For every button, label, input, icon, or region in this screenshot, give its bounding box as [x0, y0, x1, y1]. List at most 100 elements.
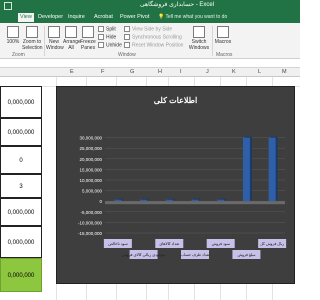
- new-window-icon: [48, 26, 60, 38]
- synchronous-scrolling-option[interactable]: Synchronous Scrolling: [124, 34, 182, 41]
- split-checkbox[interactable]: Split: [98, 26, 116, 33]
- bar: [140, 199, 148, 202]
- new-window-label: New Window: [46, 39, 64, 51]
- zoom-100-label: 100%: [6, 39, 20, 45]
- y-tick-label: 25,000,000: [79, 146, 102, 151]
- hide-label: Hide: [106, 34, 117, 41]
- summary-cell[interactable]: 3: [0, 174, 42, 198]
- unhide-label: Unhide: [106, 42, 122, 49]
- y-tick-label: 5,000,000: [82, 189, 103, 194]
- unhide-checkbox[interactable]: Unhide: [98, 42, 122, 49]
- bar: [217, 199, 225, 202]
- y-tick-label: -10,000,000: [78, 220, 103, 225]
- reset-window-position-option[interactable]: Reset Window Position: [124, 42, 183, 49]
- summary-cell[interactable]: 0,000,000: [0, 118, 42, 146]
- formula-bar[interactable]: [0, 59, 300, 68]
- bar: [242, 137, 250, 202]
- category-label: ریال فروش کل: [260, 241, 284, 246]
- new-window-button[interactable]: New Window: [46, 26, 64, 51]
- tell-me-text: Tell me what you want to do: [165, 14, 228, 20]
- tab-developer[interactable]: Developer: [36, 13, 65, 22]
- group-label-window: Window: [118, 52, 136, 58]
- column-header-j[interactable]: J: [206, 69, 209, 75]
- category-label: موجودی ریالی کالای فروش: [122, 252, 165, 257]
- sync-scrolling-label: Synchronous Scrolling: [132, 34, 182, 41]
- title-bar: حسابداری فروشگاهی - Excel: [0, 0, 300, 12]
- freeze-panes-button[interactable]: Freeze Panes: [80, 26, 96, 51]
- bar-chart: 30,000,000 25,000,000 20,000,000 15,000,000…: [78, 136, 287, 259]
- freeze-panes-label: Freeze Panes: [80, 39, 96, 51]
- switch-windows-label: Switch Windows: [188, 39, 210, 51]
- zoom-100-icon: [7, 26, 19, 38]
- arrange-all-icon: [65, 26, 77, 38]
- tell-me-box[interactable]: 💡 Tell me what you want to do: [158, 12, 227, 23]
- checkbox-icon: [124, 26, 130, 32]
- y-tick-label: -15,000,000: [78, 231, 103, 236]
- bar: [268, 137, 276, 202]
- arrange-all-button[interactable]: Arrange All: [63, 26, 81, 51]
- baseline-floor: [105, 201, 285, 205]
- y-tick-label: 20,000,000: [79, 157, 102, 162]
- y-tick-label: 10,000,000: [79, 178, 102, 183]
- y-tick-label: 30,000,000: [79, 136, 102, 141]
- freeze-panes-icon: [82, 26, 94, 38]
- window-title: حسابداری فروشگاهی - Excel: [140, 2, 215, 8]
- category-label: سود فروش: [212, 242, 231, 246]
- category-label: مبلغ فروش: [237, 252, 255, 257]
- zoom-to-selection-button[interactable]: Zoom to Selection: [22, 26, 43, 51]
- column-headers: E F G H I J K L M: [0, 68, 300, 77]
- summary-cell[interactable]: 0,000,000: [0, 198, 42, 226]
- tab-power-pivot[interactable]: Power Pivot: [118, 13, 151, 22]
- column-header-e[interactable]: E: [70, 69, 74, 75]
- zoom-selection-icon: [26, 26, 38, 38]
- group-label-zoom: Zoom: [12, 52, 25, 58]
- column-header-f[interactable]: F: [101, 69, 104, 75]
- view-side-by-side-option[interactable]: View Side by Side: [124, 26, 172, 33]
- group-label-macros: Macros: [216, 52, 233, 58]
- column-header-h[interactable]: H: [158, 69, 162, 75]
- bar: [165, 199, 173, 202]
- lightbulb-icon: 💡: [158, 14, 166, 20]
- macros-icon: [217, 26, 229, 38]
- ribbon-tabs: View Developer Inquire Acrobat Power Piv…: [0, 12, 300, 23]
- checkbox-icon: [98, 26, 104, 32]
- tab-view[interactable]: View: [18, 13, 34, 22]
- zoom-selection-label: Zoom to Selection: [22, 39, 43, 51]
- separator: [44, 26, 45, 56]
- column-header-m[interactable]: M: [282, 69, 287, 75]
- hide-checkbox[interactable]: Hide: [98, 34, 116, 41]
- separator: [212, 26, 213, 56]
- summary-cell[interactable]: 0,000,000: [0, 226, 42, 258]
- y-tick-label: 0: [99, 199, 102, 204]
- zoom-100-button[interactable]: 100%: [6, 26, 20, 45]
- column-header-i[interactable]: I: [180, 69, 182, 75]
- checkbox-icon: [98, 42, 104, 48]
- switch-windows-button[interactable]: Switch Windows: [188, 26, 210, 51]
- y-tick-label: 15,000,000: [79, 167, 102, 172]
- column-header-l[interactable]: L: [258, 69, 261, 75]
- summary-cell[interactable]: 0: [0, 146, 42, 174]
- switch-windows-icon: [193, 26, 205, 38]
- column-header-k[interactable]: K: [232, 69, 236, 75]
- y-tick-label: -5,000,000: [80, 210, 102, 215]
- quick-access-icon[interactable]: [4, 2, 12, 10]
- tab-acrobat[interactable]: Acrobat: [92, 13, 115, 22]
- bar: [114, 199, 122, 202]
- bar: [191, 199, 199, 202]
- category-label: سود ناخالص: [108, 241, 128, 246]
- checkbox-icon: [124, 34, 130, 40]
- side-by-side-label: View Side by Side: [132, 26, 173, 33]
- macros-label: Macros: [214, 39, 232, 45]
- macros-button[interactable]: Macros: [214, 26, 232, 45]
- reset-window-label: Reset Window Position: [132, 42, 184, 49]
- summary-cell-highlighted[interactable]: 0,000,000: [0, 258, 42, 292]
- tab-inquire[interactable]: Inquire: [66, 13, 87, 22]
- checkbox-icon: [124, 42, 130, 48]
- summary-cell[interactable]: 0,000,000: [0, 86, 42, 118]
- column-header-g[interactable]: G: [130, 69, 134, 75]
- checkbox-icon: [98, 34, 104, 40]
- split-label: Split: [106, 26, 116, 33]
- category-label: تعداد کالاهای: [159, 241, 179, 246]
- arrange-all-label: Arrange All: [63, 39, 81, 51]
- chart-area[interactable]: اطلاعات کلی 30,000,000 25,000,000 20,000,0…: [56, 86, 295, 284]
